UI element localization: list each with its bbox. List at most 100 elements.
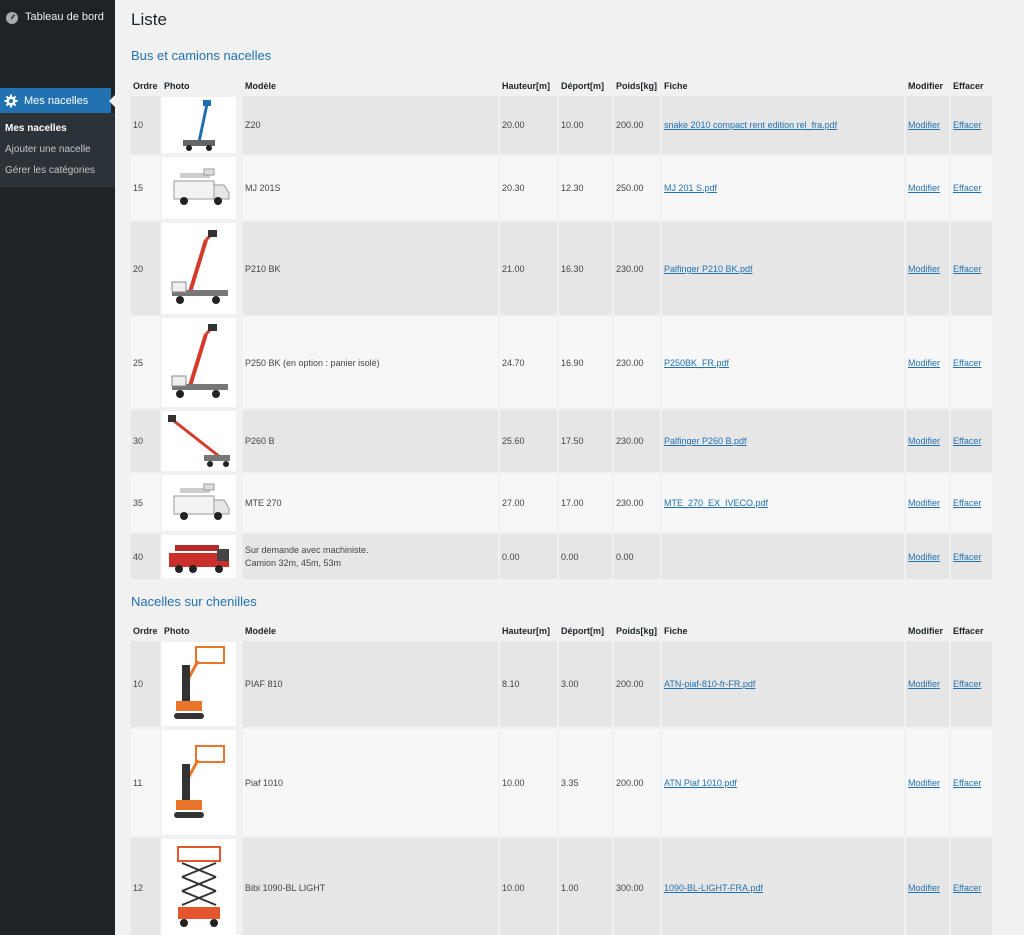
model-cell: MJ 201S bbox=[243, 156, 498, 220]
delete-link[interactable]: Effacer bbox=[953, 552, 981, 562]
edit-link[interactable]: Modifier bbox=[908, 120, 940, 130]
delete-cell: Effacer bbox=[951, 474, 992, 532]
model-cell: MTE 270 bbox=[243, 474, 498, 532]
main-content: Liste Bus et camions nacelles Ordre Photo… bbox=[115, 0, 1024, 935]
delete-cell: Effacer bbox=[951, 156, 992, 220]
column-header: Effacer bbox=[953, 81, 984, 91]
edit-link[interactable]: Modifier bbox=[908, 498, 940, 508]
dashboard-icon bbox=[6, 12, 18, 24]
table-row: 10 Z20 20.00 10.00 200.00 snake 2010 compact … bbox=[131, 96, 992, 154]
file-cell: Palfinger P210 BK.pdf bbox=[662, 222, 904, 315]
submenu-ajouter-nacelle[interactable]: Ajouter une nacelle bbox=[0, 139, 115, 160]
delete-cell: Effacer bbox=[951, 222, 992, 315]
edit-cell: Modifier bbox=[906, 641, 949, 727]
delete-link[interactable]: Effacer bbox=[953, 498, 981, 508]
edit-cell: Modifier bbox=[906, 729, 949, 836]
weight-cell: 200.00 bbox=[614, 641, 660, 727]
pdf-link[interactable]: P250BK_FR.pdf bbox=[664, 358, 729, 368]
height-cell: 27.00 bbox=[500, 474, 557, 532]
height-cell: 20.00 bbox=[500, 96, 557, 154]
edit-link[interactable]: Modifier bbox=[908, 358, 940, 368]
model-line: Camion 32m, 45m, 53m bbox=[245, 557, 342, 568]
column-header: Fiche bbox=[664, 626, 688, 636]
column-header: Modèle bbox=[245, 626, 277, 636]
edit-link[interactable]: Modifier bbox=[908, 552, 940, 562]
edit-link[interactable]: Modifier bbox=[908, 436, 940, 446]
delete-link[interactable]: Effacer bbox=[953, 679, 981, 689]
sidebar-item-label: Tableau de bord bbox=[25, 11, 104, 23]
height-cell: 24.70 bbox=[500, 317, 557, 408]
photo-cell bbox=[162, 474, 241, 532]
lifts-table-bus: Ordre Photo Modèle Hauteur[m] Déport[m] Poids… bbox=[129, 76, 994, 581]
model-cell: Z20 bbox=[243, 96, 498, 154]
edit-link[interactable]: Modifier bbox=[908, 778, 940, 788]
reach-cell: 12.30 bbox=[559, 156, 612, 220]
delete-link[interactable]: Effacer bbox=[953, 436, 981, 446]
reach-cell: 3.00 bbox=[559, 641, 612, 727]
pdf-link[interactable]: 1090-BL-LIGHT-FRA.pdf bbox=[664, 883, 763, 893]
order-cell: 15 bbox=[131, 156, 160, 220]
edit-cell: Modifier bbox=[906, 156, 949, 220]
delete-link[interactable]: Effacer bbox=[953, 183, 981, 193]
edit-cell: Modifier bbox=[906, 838, 949, 935]
truck-boom-icon bbox=[162, 318, 236, 407]
edit-cell: Modifier bbox=[906, 410, 949, 472]
column-header: Hauteur[m] bbox=[502, 81, 551, 91]
reach-cell: 10.00 bbox=[559, 96, 612, 154]
model-cell: P250 BK (en option : panier isolé) bbox=[243, 317, 498, 408]
edit-link[interactable]: Modifier bbox=[908, 183, 940, 193]
section-title-bus: Bus et camions nacelles bbox=[131, 48, 272, 63]
edit-cell: Modifier bbox=[906, 474, 949, 532]
pdf-link[interactable]: snake 2010 compact rent edition rel_fra.… bbox=[664, 120, 837, 130]
pdf-link[interactable]: MJ 201 S.pdf bbox=[664, 183, 717, 193]
edit-cell: Modifier bbox=[906, 317, 949, 408]
weight-cell: 200.00 bbox=[614, 96, 660, 154]
order-cell: 10 bbox=[131, 641, 160, 727]
model-cell: Piaf 1010 bbox=[243, 729, 498, 836]
red-crane-truck-icon bbox=[162, 535, 236, 578]
file-cell: ATN Piaf 1010.pdf bbox=[662, 729, 904, 836]
weight-cell: 0.00 bbox=[614, 534, 660, 579]
model-line: Sur demande avec machiniste. bbox=[245, 544, 369, 555]
pdf-link[interactable]: MTE_270_EX_IVECO.pdf bbox=[664, 498, 768, 508]
table-row: 11 Piaf 1010 10.00 3.35 200.00 ATN Piaf 1010.… bbox=[131, 729, 992, 836]
reach-cell: 1.00 bbox=[559, 838, 612, 935]
delete-cell: Effacer bbox=[951, 410, 992, 472]
pdf-link[interactable]: Palfinger P210 BK.pdf bbox=[664, 264, 753, 274]
delete-link[interactable]: Effacer bbox=[953, 358, 981, 368]
weight-cell: 230.00 bbox=[614, 474, 660, 532]
weight-cell: 230.00 bbox=[614, 410, 660, 472]
edit-link[interactable]: Modifier bbox=[908, 883, 940, 893]
pdf-link[interactable]: Palfinger P260 B.pdf bbox=[664, 436, 747, 446]
submenu-gerer-categories[interactable]: Gérer les catégories bbox=[0, 160, 115, 181]
column-header: Effacer bbox=[953, 626, 984, 636]
table-header-row: Ordre Photo Modèle Hauteur[m] Déport[m] Poids… bbox=[131, 78, 992, 94]
edit-cell: Modifier bbox=[906, 96, 949, 154]
gear-icon bbox=[4, 94, 18, 107]
photo-cell bbox=[162, 156, 241, 220]
delete-link[interactable]: Effacer bbox=[953, 264, 981, 274]
edit-link[interactable]: Modifier bbox=[908, 679, 940, 689]
sidebar-item-mes-nacelles[interactable]: Mes nacelles bbox=[0, 88, 115, 113]
delete-link[interactable]: Effacer bbox=[953, 778, 981, 788]
column-header: Poids[kg] bbox=[616, 626, 658, 636]
edit-link[interactable]: Modifier bbox=[908, 264, 940, 274]
delete-link[interactable]: Effacer bbox=[953, 883, 981, 893]
column-header: Modifier bbox=[908, 626, 943, 636]
van-lift-icon bbox=[162, 475, 236, 531]
order-cell: 35 bbox=[131, 474, 160, 532]
tracked-mast-lift-icon bbox=[162, 730, 236, 835]
pdf-link[interactable]: ATN-piaf-810-fr-FR.pdf bbox=[664, 679, 755, 689]
order-cell: 30 bbox=[131, 410, 160, 472]
pdf-link[interactable]: ATN Piaf 1010.pdf bbox=[664, 778, 737, 788]
sidebar-item-dashboard[interactable]: Tableau de bord bbox=[0, 0, 115, 34]
model-cell: Bibi 1090-BL LIGHT bbox=[243, 838, 498, 935]
file-cell: 1090-BL-LIGHT-FRA.pdf bbox=[662, 838, 904, 935]
delete-link[interactable]: Effacer bbox=[953, 120, 981, 130]
reach-cell: 16.30 bbox=[559, 222, 612, 315]
section-title-chenilles: Nacelles sur chenilles bbox=[131, 594, 257, 609]
submenu-mes-nacelles[interactable]: Mes nacelles bbox=[0, 118, 115, 139]
column-header: Modifier bbox=[908, 81, 943, 91]
order-cell: 10 bbox=[131, 96, 160, 154]
delete-cell: Effacer bbox=[951, 729, 992, 836]
